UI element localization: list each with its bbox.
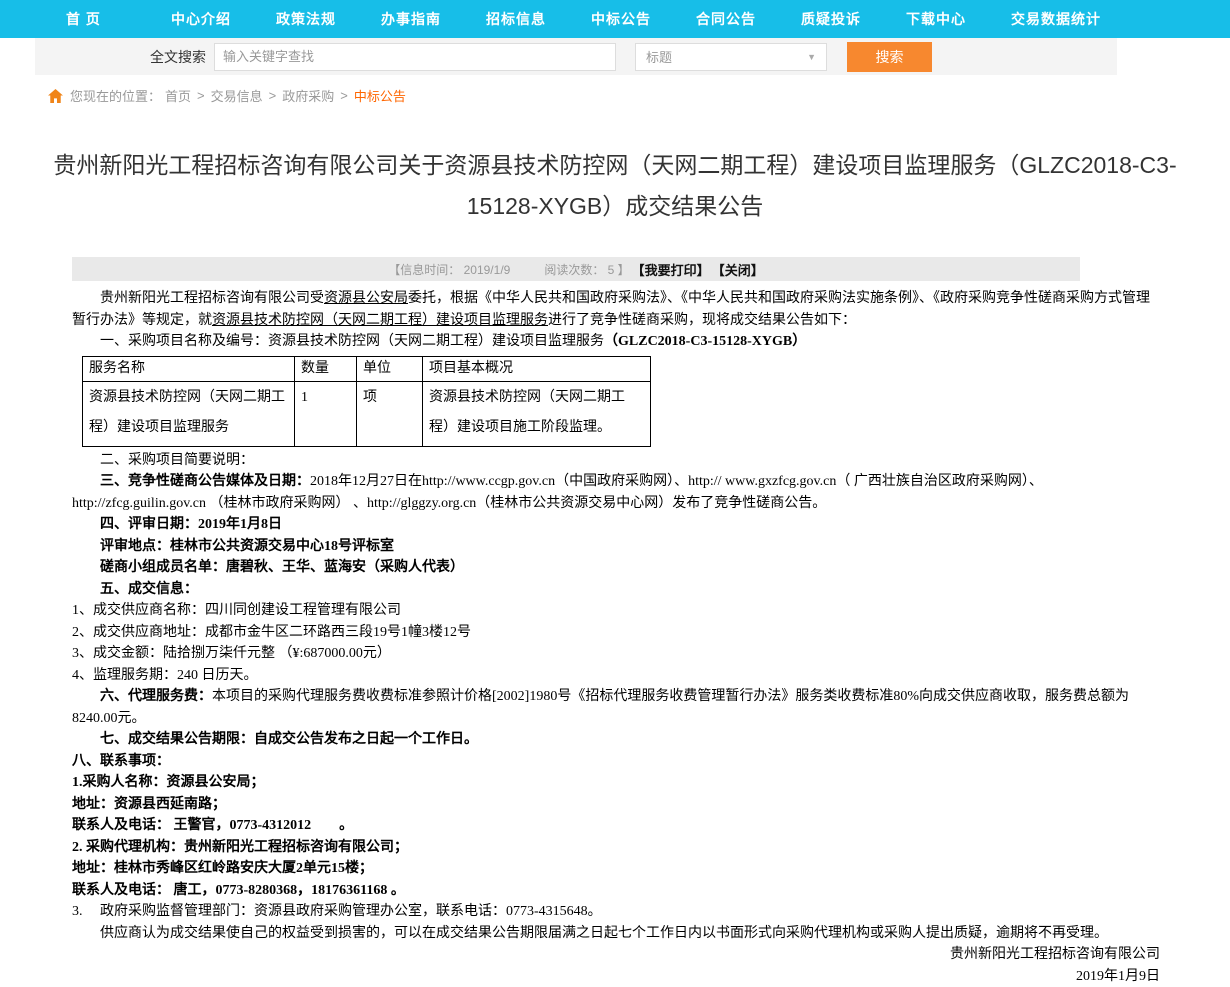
contact-supervision-dept: 3. 政府采购监督管理部门：资源县政府采购管理办公室，联系电话：0773-431…	[72, 901, 1160, 923]
deal-service-period: 4、监理服务期：240 日历天。	[72, 665, 1160, 687]
nav-item-home[interactable]: 首 页	[66, 9, 171, 29]
contact-purchaser-phone: 联系人及电话： 王警官，0773-4312012 。	[72, 815, 1160, 837]
cell-project-overview: 资源县技术防控网（天网二期工程）建设项目施工阶段监理。	[423, 381, 651, 446]
nav-item-complaints[interactable]: 质疑投诉	[801, 9, 906, 29]
contact-purchaser-address: 地址：资源县西延南路；	[72, 794, 1160, 816]
breadcrumb-current-award-notice[interactable]: 中标公告	[354, 86, 406, 105]
section-3-heading: 三、竞争性磋商公告媒体及日期：	[100, 474, 310, 489]
search-input[interactable]	[214, 43, 616, 71]
close-button[interactable]: 【关闭】	[712, 260, 764, 279]
section-3-media-dates: 三、竞争性磋商公告媒体及日期：2018年12月27日在http://www.cc…	[72, 471, 1160, 514]
search-bar: 全文搜索 标题 ▼ 搜索	[35, 38, 1117, 75]
breadcrumb-gov-procurement[interactable]: 政府采购	[282, 86, 334, 105]
home-icon	[48, 89, 63, 103]
section-6-heading: 六、代理服务费：	[100, 689, 212, 704]
nav-item-guide[interactable]: 办事指南	[381, 9, 486, 29]
cell-unit: 项	[357, 381, 423, 446]
col-project-overview: 项目基本概况	[423, 356, 651, 381]
print-button[interactable]: 【我要打印】	[632, 260, 710, 279]
project-code: （GLZC2018-C3-15128-XYGB）	[604, 334, 806, 349]
nav-item-award-notice[interactable]: 中标公告	[591, 9, 696, 29]
search-scope-label: 全文搜索	[150, 47, 206, 67]
article-body: 贵州新阳光工程招标咨询有限公司受资源县公安局委托，根据《中华人民共和国政府采购法…	[72, 288, 1160, 987]
search-field-selected-value: 标题	[646, 47, 672, 66]
panel-members: 磋商小组成员名单：唐碧秋、王华、蓝海安（采购人代表）	[72, 557, 1160, 579]
section-1-project-name: 一、采购项目名称及编号：资源县技术防控网（天网二期工程）建设项目监理服务（GLZ…	[72, 331, 1160, 353]
search-field-select[interactable]: 标题 ▼	[635, 43, 827, 71]
nav-item-center-intro[interactable]: 中心介绍	[171, 9, 276, 29]
section-4-review-date: 四、评审日期：2019年1月8日	[72, 514, 1160, 536]
nav-item-downloads[interactable]: 下载中心	[906, 9, 1011, 29]
nav-item-contract-notice[interactable]: 合同公告	[696, 9, 801, 29]
nav-item-tender-info[interactable]: 招标信息	[486, 9, 591, 29]
intro-paragraph: 贵州新阳光工程招标咨询有限公司受资源县公安局委托，根据《中华人民共和国政府采购法…	[72, 288, 1160, 331]
signature-date: 2019年1月9日	[72, 966, 1160, 987]
main-nav: 首 页 中心介绍 政策法规 办事指南 招标信息 中标公告 合同公告 质疑投诉 下…	[0, 0, 1230, 38]
breadcrumb-separator: >	[340, 88, 348, 103]
section-2-brief: 二、采购项目简要说明：	[72, 450, 1160, 472]
breadcrumb-trade-info[interactable]: 交易信息	[211, 86, 263, 105]
nav-item-trade-statistics[interactable]: 交易数据统计	[1011, 9, 1116, 29]
col-service-name: 服务名称	[83, 356, 295, 381]
breadcrumb-prefix: 您现在的位置：	[70, 86, 161, 105]
breadcrumb-home[interactable]: 首页	[165, 86, 191, 105]
table-header-row: 服务名称 数量 单位 项目基本概况	[83, 356, 651, 381]
section-8-contacts: 八、联系事项：	[72, 751, 1160, 773]
project-info-table: 服务名称 数量 单位 项目基本概况 资源县技术防控网（天网二期工程）建设项目监理…	[82, 356, 651, 447]
section-7-notice-period: 七、成交结果公告期限：自成交公告发布之日起一个工作日。	[72, 729, 1160, 751]
review-place: 评审地点：桂林市公共资源交易中心18号评标室	[72, 536, 1160, 558]
col-unit: 单位	[357, 356, 423, 381]
contact-purchaser-name: 1.采购人名称：资源县公安局；	[72, 772, 1160, 794]
nav-item-policies[interactable]: 政策法规	[276, 9, 381, 29]
cell-quantity: 1	[295, 381, 357, 446]
intro-text: 贵州新阳光工程招标咨询有限公司受	[100, 291, 324, 306]
page-title: 贵州新阳光工程招标咨询有限公司关于资源县技术防控网（天网二期工程）建设项目监理服…	[50, 145, 1180, 227]
deal-amount: 3、成交金额：陆拾捌万柒仟元整 （¥:687000.00元）	[72, 643, 1160, 665]
deal-supplier-address: 2、成交供应商地址：成都市金牛区二环路西三段19号1幢3楼12号	[72, 622, 1160, 644]
breadcrumb: 您现在的位置： 首页 > 交易信息 > 政府采购 > 中标公告	[48, 86, 1230, 105]
chevron-down-icon: ▼	[807, 52, 816, 62]
breadcrumb-separator: >	[269, 88, 277, 103]
section-1-text: 一、采购项目名称及编号：资源县技术防控网（天网二期工程）建设项目监理服务	[100, 334, 604, 349]
contact-agency-address: 地址：桂林市秀峰区红岭路安庆大厦2单元15楼；	[72, 858, 1160, 880]
section-5-deal-info: 五、成交信息：	[72, 579, 1160, 601]
read-count: 阅读次数： 5 】	[544, 261, 629, 278]
contact-agency-name: 2. 采购代理机构：贵州新阳光工程招标咨询有限公司；	[72, 837, 1160, 859]
cell-service-name: 资源县技术防控网（天网二期工程）建设项目监理服务	[83, 381, 295, 446]
search-button[interactable]: 搜索	[847, 42, 932, 72]
table-row: 资源县技术防控网（天网二期工程）建设项目监理服务 1 项 资源县技术防控网（天网…	[83, 381, 651, 446]
intro-text: 进行了竞争性磋商采购，现将成交结果公告如下：	[548, 313, 856, 328]
section-6-text: 本项目的采购代理服务费收费标准参照计价格[2002]1980号《招标代理服务收费…	[72, 689, 1129, 726]
info-time: 【信息时间： 2019/1/9	[388, 261, 510, 278]
article-meta-bar: 【信息时间： 2019/1/9 阅读次数： 5 】 【我要打印】 【关闭】	[72, 257, 1080, 281]
objection-paragraph: 供应商认为成交结果使自己的权益受到损害的，可以在成交结果公告期限届满之日起七个工…	[72, 923, 1160, 945]
contact-agency-phone: 联系人及电话： 唐工，0773-8280368，18176361168 。	[72, 880, 1160, 902]
col-quantity: 数量	[295, 356, 357, 381]
deal-supplier-name: 1、成交供应商名称：四川同创建设工程管理有限公司	[72, 600, 1160, 622]
signature-company: 贵州新阳光工程招标咨询有限公司	[72, 944, 1160, 966]
breadcrumb-separator: >	[197, 88, 205, 103]
project-name-underlined: 资源县技术防控网（天网二期工程）建设项目监理服务	[212, 313, 548, 328]
section-6-agency-fee: 六、代理服务费：本项目的采购代理服务费收费标准参照计价格[2002]1980号《…	[72, 686, 1160, 729]
purchaser-name-underlined: 资源县公安局	[324, 291, 408, 306]
